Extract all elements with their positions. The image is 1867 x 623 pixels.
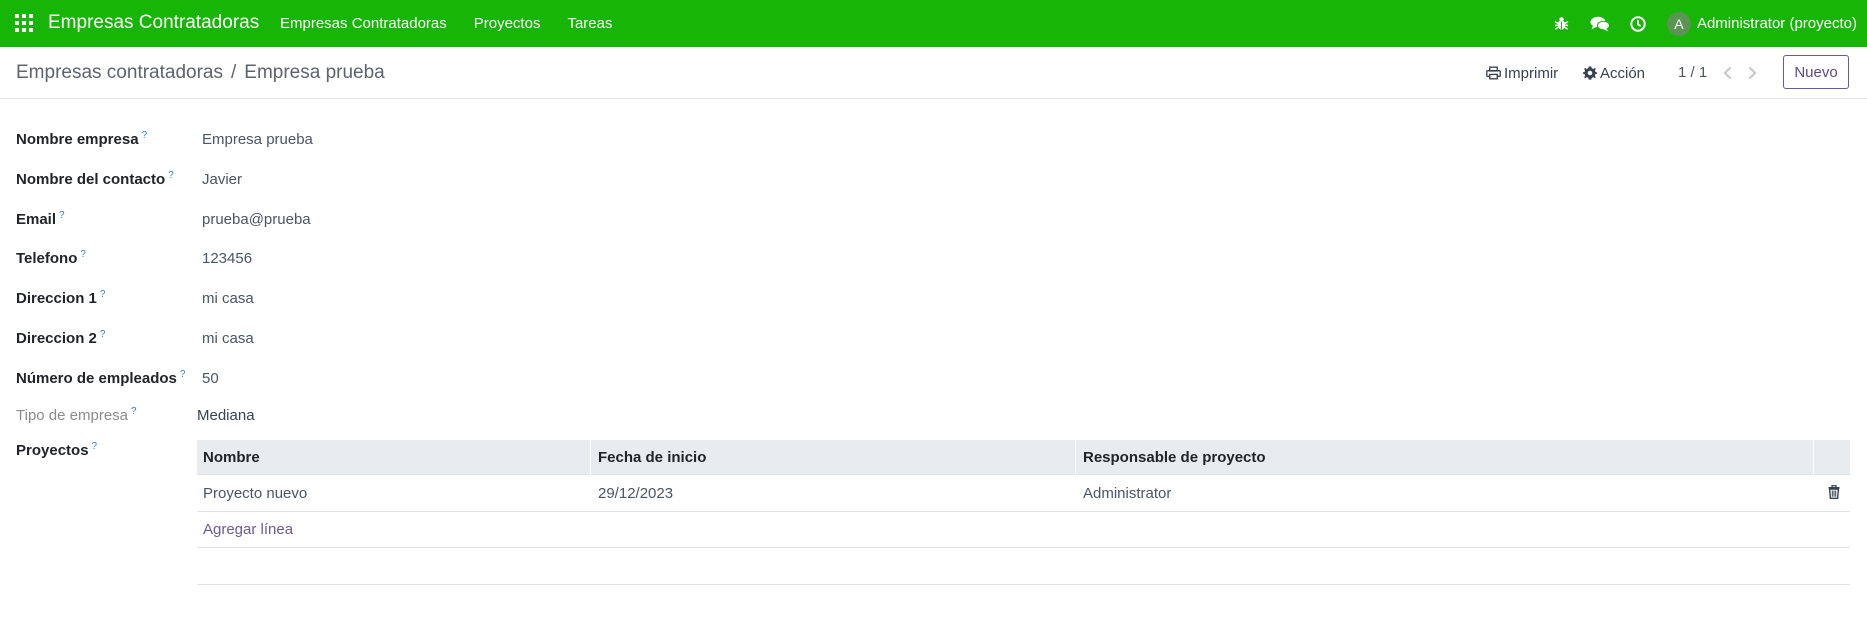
field-row-nombre-empresa: Nombre empresa? Empresa prueba [0, 126, 1867, 154]
navbar-systray: A Administrator (proyecto) [1547, 0, 1867, 47]
direccion-2-field[interactable]: mi casa [202, 330, 254, 347]
add-line-row: Agregar línea [197, 512, 1850, 548]
column-divider [1075, 440, 1076, 475]
email-field[interactable]: prueba@prueba [202, 211, 311, 228]
cell-fecha-inicio[interactable]: 29/12/2023 [598, 485, 673, 502]
field-label: Tipo de empresa? [16, 406, 137, 424]
help-icon[interactable]: ? [100, 329, 106, 340]
tipo-empresa-field[interactable]: Mediana [197, 407, 255, 424]
field-label-text: Nombre del contacto [16, 171, 166, 188]
field-row-telefono: Telefono? 123456 [0, 245, 1867, 273]
cell-responsable[interactable]: Administrator [1083, 485, 1171, 502]
table-row[interactable]: Proyecto nuevo 29/12/2023 Administrator [197, 475, 1850, 512]
field-label-text: Direccion 1 [16, 290, 97, 307]
pager-value[interactable]: 1 / 1 [1678, 64, 1707, 81]
field-label: Número de empleados? [16, 369, 185, 387]
printer-icon [1486, 66, 1501, 80]
menu-item-tareas[interactable]: Tareas [567, 15, 612, 32]
field-label-text: Nombre empresa [16, 131, 139, 148]
field-row-numero-empleados: Número de empleados? 50 [0, 365, 1867, 393]
breadcrumb-separator: / [231, 62, 237, 83]
empty-row [197, 548, 1850, 585]
pager-next-button[interactable] [1743, 63, 1761, 83]
control-panel: Empresas contratadoras / Empresa prueba … [0, 47, 1867, 99]
print-button[interactable]: Imprimir [1486, 63, 1558, 83]
help-icon[interactable]: ? [100, 289, 106, 300]
column-divider [590, 440, 591, 475]
top-navbar: Empresas Contratadoras Empresas Contrata… [0, 0, 1867, 47]
trash-icon[interactable] [1828, 484, 1840, 502]
bug-icon[interactable] [1547, 0, 1577, 47]
avatar[interactable]: A [1666, 11, 1691, 36]
direccion-1-field[interactable]: mi casa [202, 290, 254, 307]
print-label: Imprimir [1504, 64, 1559, 82]
add-line-link[interactable]: Agregar línea [203, 521, 293, 538]
column-header-fecha-inicio[interactable]: Fecha de inicio [598, 449, 706, 466]
field-label-text: Email [16, 211, 57, 228]
user-menu[interactable]: Administrator (proyecto) [1697, 15, 1857, 32]
field-label: Nombre empresa? [16, 130, 147, 148]
field-row-tipo-empresa: Tipo de empresa? Mediana [0, 402, 1867, 430]
chevron-right-icon [1748, 66, 1756, 80]
field-label-text: Tipo de empresa [16, 407, 129, 424]
breadcrumb-parent[interactable]: Empresas contratadoras [16, 62, 223, 84]
help-icon[interactable]: ? [92, 441, 98, 452]
main-menu: Empresas Contratadoras Proyectos Tareas [280, 0, 639, 47]
apps-grid-icon[interactable] [15, 14, 33, 32]
app-brand[interactable]: Empresas Contratadoras [48, 12, 259, 34]
chat-icon[interactable] [1585, 0, 1615, 47]
breadcrumb: Empresas contratadoras / Empresa prueba [16, 62, 385, 84]
action-label: Acción [1600, 64, 1646, 82]
proyectos-table: Nombre Fecha de inicio Responsable de pr… [197, 440, 1850, 585]
menu-item-proyectos[interactable]: Proyectos [474, 15, 541, 32]
help-icon[interactable]: ? [59, 210, 65, 221]
field-label-text: Número de empleados [16, 370, 177, 387]
field-label-text: Direccion 2 [16, 330, 97, 347]
field-label: Nombre del contacto? [16, 170, 174, 188]
action-button[interactable]: Acción [1583, 63, 1645, 83]
field-row-direccion-1: Direccion 1? mi casa [0, 285, 1867, 313]
field-label: Email? [16, 210, 65, 228]
help-icon[interactable]: ? [142, 130, 148, 141]
telefono-field[interactable]: 123456 [202, 250, 252, 267]
help-icon[interactable]: ? [80, 249, 86, 260]
field-label: Telefono? [16, 249, 86, 267]
table-header: Nombre Fecha de inicio Responsable de pr… [197, 440, 1850, 475]
gear-icon [1583, 66, 1597, 80]
help-icon[interactable]: ? [131, 406, 137, 417]
field-row-email: Email? prueba@prueba [0, 206, 1867, 234]
new-button[interactable]: Nuevo [1783, 55, 1849, 89]
help-icon[interactable]: ? [180, 369, 186, 380]
clock-icon[interactable] [1623, 0, 1653, 47]
column-divider [1813, 440, 1814, 475]
pager-previous-button[interactable] [1718, 63, 1736, 83]
numero-empleados-field[interactable]: 50 [202, 370, 219, 387]
nombre-empresa-field[interactable]: Empresa prueba [202, 131, 313, 148]
field-label-text: Proyectos [16, 442, 89, 459]
field-label: Direccion 2? [16, 329, 105, 347]
field-row-direccion-2: Direccion 2? mi casa [0, 325, 1867, 353]
cell-nombre[interactable]: Proyecto nuevo [203, 485, 307, 502]
help-icon[interactable]: ? [168, 170, 174, 181]
field-label: Direccion 1? [16, 289, 105, 307]
menu-item-empresas[interactable]: Empresas Contratadoras [280, 15, 447, 32]
breadcrumb-current: Empresa prueba [244, 62, 385, 83]
field-label-text: Telefono [16, 250, 78, 267]
column-header-nombre[interactable]: Nombre [203, 449, 260, 466]
nombre-contacto-field[interactable]: Javier [202, 171, 242, 188]
field-row-nombre-contacto: Nombre del contacto? Javier [0, 166, 1867, 194]
field-label: Proyectos? [16, 441, 97, 459]
chevron-left-icon [1723, 66, 1731, 80]
column-header-responsable[interactable]: Responsable de proyecto [1083, 449, 1266, 466]
